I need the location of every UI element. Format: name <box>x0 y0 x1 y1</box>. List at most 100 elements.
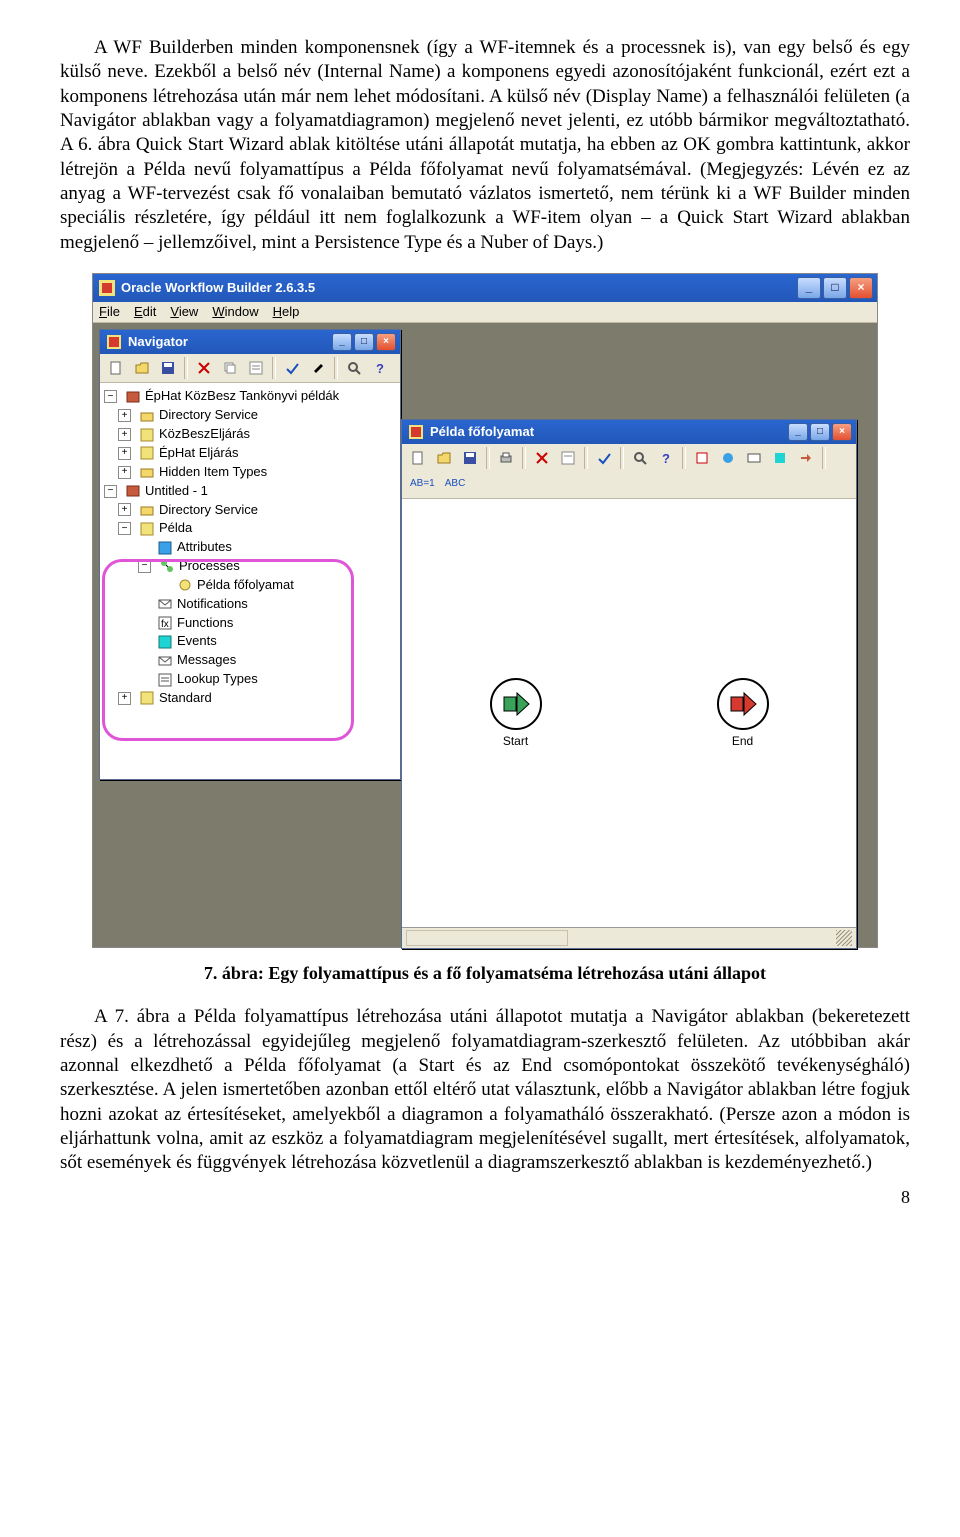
item-icon <box>139 445 155 461</box>
tool-copy-icon[interactable] <box>218 356 242 380</box>
tree-item[interactable]: KözBeszEljárás <box>159 425 250 444</box>
tool-new-icon[interactable] <box>406 446 430 470</box>
folder-icon <box>139 464 155 480</box>
item-icon <box>139 690 155 706</box>
tree-item[interactable]: Példa <box>159 519 192 538</box>
tool-check-icon[interactable] <box>592 446 616 470</box>
tree-item[interactable]: Attributes <box>177 538 232 557</box>
tool-abc-button[interactable]: ABC <box>441 472 470 496</box>
svg-text:?: ? <box>376 361 384 375</box>
app-client-area: Navigator _ □ × <box>93 323 877 947</box>
tool-help-icon[interactable]: ? <box>368 356 392 380</box>
tree-item[interactable]: Untitled - 1 <box>145 482 208 501</box>
menu-view[interactable]: View <box>170 304 198 321</box>
processes-icon <box>159 558 175 574</box>
menu-file[interactable]: File <box>99 304 120 321</box>
app-menubar: File Edit View Window Help <box>93 302 877 324</box>
tool-find-icon[interactable] <box>628 446 652 470</box>
item-icon <box>139 427 155 443</box>
notifications-icon <box>157 596 173 612</box>
navigator-minimize-button[interactable]: _ <box>332 333 352 351</box>
tool-print-icon[interactable] <box>494 446 518 470</box>
end-node[interactable]: End <box>712 678 774 749</box>
attributes-icon <box>157 540 173 556</box>
tool-delete-icon[interactable] <box>530 446 554 470</box>
navigator-close-button[interactable]: × <box>376 333 396 351</box>
tree-item[interactable]: Notifications <box>177 595 248 614</box>
diagram-canvas[interactable]: Start End <box>402 499 856 927</box>
tool-properties-icon[interactable] <box>556 446 580 470</box>
navigator-tree[interactable]: −ÉpHat KözBesz Tankönyvi példák +Directo… <box>100 383 400 779</box>
folder-icon <box>139 502 155 518</box>
diagram-maximize-button[interactable]: □ <box>810 423 830 441</box>
tool-newevent-icon[interactable] <box>768 446 792 470</box>
events-icon <box>157 634 173 650</box>
tree-item[interactable]: Standard <box>159 689 212 708</box>
item-icon <box>139 521 155 537</box>
resize-grip-icon[interactable] <box>836 930 852 946</box>
tree-item[interactable]: ÉpHat KözBesz Tankönyvi példák <box>145 387 339 406</box>
page-number: 8 <box>60 1186 910 1209</box>
start-node[interactable]: Start <box>485 678 547 749</box>
tree-item[interactable]: Példa főfolyamat <box>197 576 294 595</box>
tree-item[interactable]: ÉpHat Eljárás <box>159 444 238 463</box>
navigator-title: Navigator <box>128 334 188 351</box>
navigator-toolbar: ? <box>100 354 400 383</box>
tree-item[interactable]: Events <box>177 632 217 651</box>
body-paragraph-2: A 7. ábra a Példa folyamattípus létrehoz… <box>60 1005 910 1175</box>
tool-new-icon[interactable] <box>104 356 128 380</box>
end-node-label: End <box>712 734 774 749</box>
menu-help[interactable]: Help <box>273 304 300 321</box>
tool-hammer-icon[interactable] <box>794 446 818 470</box>
tool-newfunction-icon[interactable] <box>690 446 714 470</box>
app-close-button[interactable]: × <box>849 277 873 299</box>
tool-open-icon[interactable] <box>130 356 154 380</box>
svg-text:?: ? <box>662 451 670 465</box>
tree-item[interactable]: Functions <box>177 614 233 633</box>
tool-save-icon[interactable] <box>458 446 482 470</box>
app-icon <box>99 280 115 296</box>
tool-open-icon[interactable] <box>432 446 456 470</box>
svg-text:fx: fx <box>161 619 169 630</box>
figure-caption: 7. ábra: Egy folyamattípus és a fő folya… <box>60 962 910 985</box>
tree-item[interactable]: Directory Service <box>159 406 258 425</box>
tool-find-icon[interactable] <box>342 356 366 380</box>
navigator-maximize-button[interactable]: □ <box>354 333 374 351</box>
book-icon <box>125 483 141 499</box>
tree-item[interactable]: Processes <box>179 557 240 576</box>
book-icon <box>125 389 141 405</box>
tree-item[interactable]: Directory Service <box>159 501 258 520</box>
tool-newprocess-icon[interactable] <box>716 446 740 470</box>
app-minimize-button[interactable]: _ <box>797 277 821 299</box>
tree-item[interactable]: Hidden Item Types <box>159 463 267 482</box>
tool-delete-icon[interactable] <box>192 356 216 380</box>
folder-icon <box>139 408 155 424</box>
menu-window[interactable]: Window <box>212 304 258 321</box>
tool-check-icon[interactable] <box>280 356 304 380</box>
lookup-types-icon <box>157 672 173 688</box>
app-maximize-button[interactable]: □ <box>823 277 847 299</box>
start-node-label: Start <box>485 734 547 749</box>
diagram-toolbar: ? AB=1 ABC <box>402 444 856 499</box>
tool-ab1-button[interactable]: AB=1 <box>406 472 439 496</box>
process-icon <box>177 577 193 593</box>
statusbar-cell <box>406 930 568 946</box>
diagram-minimize-button[interactable]: _ <box>788 423 808 441</box>
tool-save-icon[interactable] <box>156 356 180 380</box>
functions-icon: fx <box>157 615 173 631</box>
diagram-window: Példa főfolyamat _ □ × <box>401 419 857 949</box>
tool-paint-icon[interactable] <box>306 356 330 380</box>
app-titlebar: Oracle Workflow Builder 2.6.3.5 _ □ × <box>93 274 877 302</box>
tool-help-icon[interactable]: ? <box>654 446 678 470</box>
tree-item[interactable]: Lookup Types <box>177 670 258 689</box>
tree-item[interactable]: Messages <box>177 651 236 670</box>
tool-newnotification-icon[interactable] <box>742 446 766 470</box>
diagram-title: Példa főfolyamat <box>430 424 534 441</box>
navigator-window: Navigator _ □ × <box>99 329 401 780</box>
figure-screenshot: Oracle Workflow Builder 2.6.3.5 _ □ × Fi… <box>92 273 878 949</box>
messages-icon <box>157 653 173 669</box>
menu-edit[interactable]: Edit <box>134 304 156 321</box>
diagram-close-button[interactable]: × <box>832 423 852 441</box>
tool-properties-icon[interactable] <box>244 356 268 380</box>
body-paragraph-1: A WF Builderben minden komponensnek (így… <box>60 36 910 255</box>
